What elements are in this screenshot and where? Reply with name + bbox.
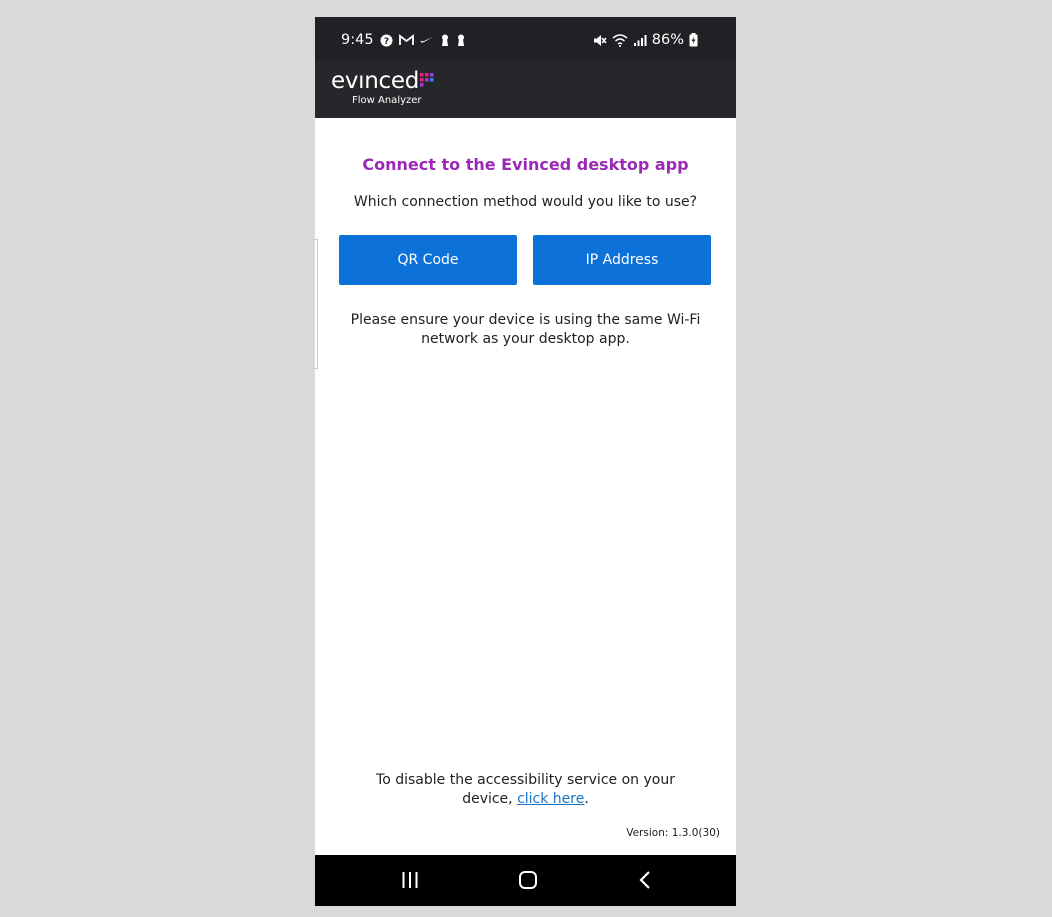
help-circle-icon: ? [380, 34, 393, 47]
connection-question: Which connection method would you like t… [353, 194, 698, 210]
page-title: Connect to the Evinced desktop app [362, 155, 689, 174]
back-icon[interactable] [630, 867, 660, 893]
nav-bar [315, 855, 736, 906]
nike-swoosh-icon [420, 36, 434, 44]
main-content: Connect to the Evinced desktop app Which… [315, 118, 736, 855]
keyhole-icon [456, 34, 466, 47]
logo-dots-icon [420, 72, 434, 91]
phone-screen: 9:45 ? 86% evınced Flow Analyzer Connect… [315, 17, 736, 906]
logo-text: evınced [331, 68, 420, 94]
status-bar: 9:45 ? 86% [315, 17, 736, 60]
svg-text:?: ? [383, 37, 388, 47]
version-label: Version: 1.3.0(30) [626, 827, 720, 839]
disable-service-text: To disable the accessibility service on … [355, 771, 696, 809]
disable-suffix: . [584, 791, 589, 807]
battery-charging-icon [689, 33, 698, 47]
gmail-icon [398, 34, 414, 46]
app-header: evınced Flow Analyzer [315, 60, 736, 118]
qr-code-button[interactable]: QR Code [339, 235, 517, 285]
mute-icon [593, 34, 607, 47]
side-drawer-handle[interactable] [315, 239, 318, 369]
wifi-icon [612, 33, 628, 47]
status-right: 86% [593, 32, 698, 48]
logo-subtitle: Flow Analyzer [352, 95, 422, 106]
status-left: 9:45 ? [341, 32, 466, 48]
recent-apps-icon[interactable] [395, 867, 425, 893]
click-here-link[interactable]: click here [517, 791, 584, 807]
signal-icon [633, 34, 647, 47]
status-time: 9:45 [341, 32, 374, 48]
ip-address-button[interactable]: IP Address [533, 235, 711, 285]
keyhole-icon [440, 34, 450, 47]
battery-level: 86% [651, 32, 684, 48]
wifi-note: Please ensure your device is using the s… [350, 312, 701, 347]
home-icon[interactable] [513, 867, 543, 893]
